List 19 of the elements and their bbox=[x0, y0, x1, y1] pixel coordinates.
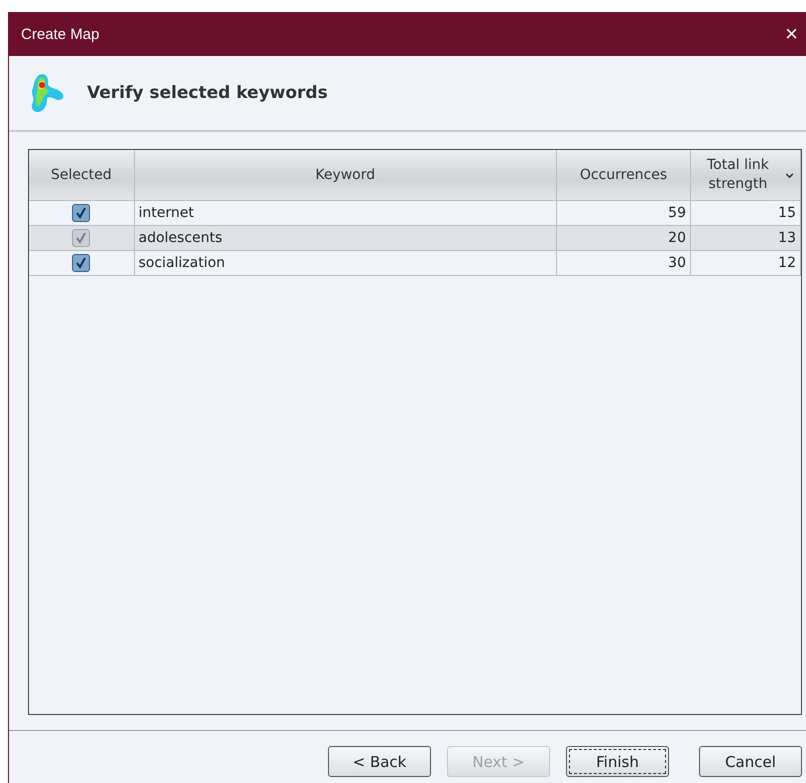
window-title: Create Map bbox=[21, 26, 100, 42]
checkbox[interactable] bbox=[72, 254, 90, 272]
occurrences-cell: 30 bbox=[556, 250, 690, 276]
dialog-button[interactable]: < Back bbox=[328, 746, 431, 777]
close-button[interactable]: × bbox=[781, 21, 802, 47]
table-row[interactable]: internet 59 15 bbox=[29, 200, 800, 226]
column-header[interactable]: Keyword bbox=[134, 150, 556, 200]
link-strength-cell: 12 bbox=[690, 250, 800, 276]
page-heading: Verify selected keywords bbox=[87, 83, 328, 103]
keyword-cell: socialization bbox=[134, 250, 556, 276]
checkbox[interactable] bbox=[72, 229, 90, 247]
column-header[interactable]: Total link strength bbox=[690, 150, 800, 200]
column-header[interactable]: Occurrences bbox=[556, 150, 690, 200]
column-header[interactable]: Selected bbox=[29, 150, 134, 200]
table-row[interactable]: socialization 30 12 bbox=[29, 250, 800, 276]
table-row[interactable]: adolescents 20 13 bbox=[29, 226, 800, 250]
dialog-button[interactable]: Finish bbox=[566, 746, 669, 777]
checkbox[interactable] bbox=[72, 204, 90, 222]
dialog-button[interactable]: Cancel bbox=[699, 746, 802, 777]
